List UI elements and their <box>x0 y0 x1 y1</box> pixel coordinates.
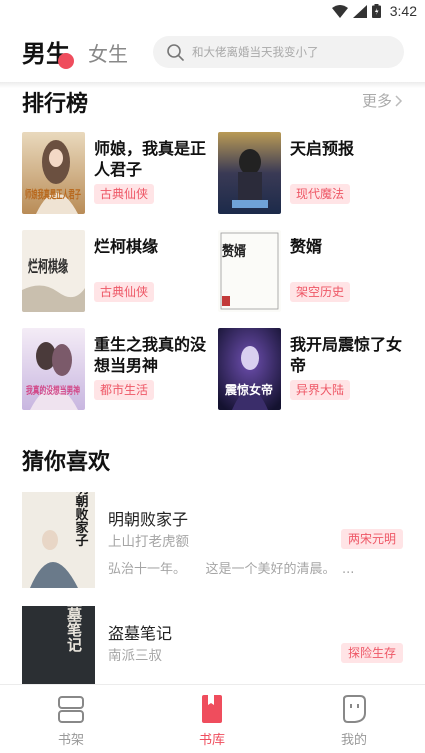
book-cover <box>218 132 281 214</box>
bookshelf-icon <box>58 696 84 723</box>
cover-title-text: 师娘我真是正人君子 <box>25 187 81 201</box>
bookstore-icon <box>202 695 222 723</box>
cover-title-text: 明朝败家子 <box>73 492 89 548</box>
nav-label: 我的 <box>340 733 367 748</box>
more-label: 更多 <box>361 92 392 110</box>
genre-tag: 架空历史 <box>290 282 351 302</box>
book-title: 赘婿 <box>290 237 323 256</box>
ranking-book-card[interactable]: 赘婿 赘婿 架空历史 <box>218 230 408 314</box>
nav-bookstore[interactable]: 书库 <box>172 693 252 748</box>
tab-female[interactable]: 女生 <box>88 38 128 67</box>
genre-tag: 异界大陆 <box>290 380 351 400</box>
book-title: 天启预报 <box>290 139 355 158</box>
nav-label: 书架 <box>57 733 84 748</box>
signal-icon <box>352 4 367 18</box>
genre-tag: 都市生活 <box>94 380 155 400</box>
ranking-book-card[interactable]: 师娘我真是正人君子 师娘，我真是正人君子 古典仙侠 <box>22 132 212 216</box>
nav-label: 书库 <box>198 733 225 748</box>
book-title: 重生之我真的没想当男神 <box>94 335 207 375</box>
ranking-more-link[interactable]: 更多 <box>362 90 403 111</box>
status-icons: 3:42 <box>331 3 417 19</box>
search-icon <box>167 43 184 61</box>
genre-tag: 古典仙侠 <box>94 184 155 204</box>
nav-bookshelf[interactable]: 书架 <box>31 693 111 748</box>
search-bar[interactable]: 和大佬离婚当天我变小了 <box>153 36 404 68</box>
ranking-book-card[interactable]: 烂柯棋缘 烂柯棋缘 古典仙侠 <box>22 230 212 314</box>
ranking-book-card[interactable]: 我真的没想当男神 重生之我真的没想当男神 都市生活 <box>22 328 212 412</box>
wifi-icon <box>331 4 348 18</box>
cover-title-text: 烂柯棋缘 <box>28 257 68 276</box>
book-cover: 烂柯棋缘 <box>22 230 85 312</box>
genre-tag: 现代魔法 <box>290 184 351 204</box>
cover-title-text: 我真的没想当男神 <box>26 384 80 397</box>
cover-title-text: 赘婿 <box>221 243 247 260</box>
genre-tag: 两宋元明 <box>340 529 403 549</box>
book-cover: 赘婿 <box>218 230 281 312</box>
book-cover: 师娘我真是正人君子 <box>22 132 85 214</box>
book-author: 上山打老虎额 <box>108 534 189 550</box>
genre-tag: 探险生存 <box>340 643 403 663</box>
book-cover: 我真的没想当男神 <box>22 328 85 410</box>
profile-icon <box>343 695 366 723</box>
guess-book-item[interactable]: 明朝败家子 明朝败家子 上山打老虎额 两宋元明 弘治十一年。 这是一个美好的清晨… <box>0 492 425 592</box>
book-description: 弘治十一年。 这是一个美好的清晨。 ... <box>108 562 355 577</box>
guess-title: 猜你喜欢 <box>22 450 111 475</box>
book-cover: 震惊女帝 <box>218 328 281 410</box>
cover-title-text: 盗墓笔记 <box>65 606 83 653</box>
status-time: 3:42 <box>389 3 417 19</box>
ranking-book-card[interactable]: 天启预报 现代魔法 <box>218 132 408 216</box>
book-author: 南派三叔 <box>108 648 162 664</box>
battery-icon <box>371 4 381 18</box>
nav-profile[interactable]: 我的 <box>314 693 394 748</box>
search-placeholder: 和大佬离婚当天我变小了 <box>192 45 319 59</box>
chevron-right-icon <box>395 94 403 107</box>
cover-title-text: 震惊女帝 <box>225 382 273 397</box>
book-title: 我开局震惊了女帝 <box>290 335 403 375</box>
status-bar: 3:42 <box>0 0 425 24</box>
book-title: 烂柯棋缘 <box>94 237 159 256</box>
ranking-book-card[interactable]: 震惊女帝 我开局震惊了女帝 异界大陆 <box>218 328 408 412</box>
book-title: 师娘，我真是正人君子 <box>94 139 207 179</box>
book-title: 明朝败家子 <box>108 510 189 529</box>
bottom-nav: 书架 书库 我的 <box>0 684 425 753</box>
genre-tag: 古典仙侠 <box>94 282 155 302</box>
top-header: 男生 女生 和大佬离婚当天我变小了 <box>0 24 425 82</box>
ranking-title: 排行榜 <box>22 92 89 117</box>
book-cover: 明朝败家子 <box>22 492 95 588</box>
book-title: 盗墓笔记 <box>108 624 173 643</box>
active-tab-indicator <box>58 53 74 69</box>
